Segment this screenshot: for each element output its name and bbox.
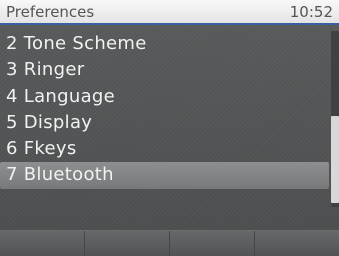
softkey-bar	[0, 230, 339, 256]
menu-item-label: 6 Fkeys	[6, 138, 77, 160]
clock: 10:52	[289, 3, 333, 21]
page-title: Preferences	[6, 3, 95, 21]
phone-screen: Preferences 10:52 2 Tone Scheme 3 Ringer…	[0, 0, 339, 256]
menu-item-bluetooth[interactable]: 7 Bluetooth	[0, 162, 329, 189]
menu-item-label: 5 Display	[6, 111, 93, 133]
menu-item-label: 2 Tone Scheme	[6, 33, 147, 54]
status-header: Preferences 10:52	[0, 0, 339, 25]
softkey-1[interactable]	[0, 231, 85, 256]
menu-item-label: 4 Language	[6, 85, 116, 107]
scrollbar-thumb[interactable]	[331, 116, 339, 203]
menu-item-display[interactable]: 5 Display	[0, 110, 329, 136]
menu-item-tone-scheme[interactable]: 2 Tone Scheme	[0, 31, 329, 57]
menu-item-label: 7 Bluetooth	[6, 164, 114, 186]
menu-item-fkeys[interactable]: 6 Fkeys	[0, 136, 329, 162]
softkey-2[interactable]	[85, 231, 170, 256]
menu-item-ringer[interactable]: 3 Ringer	[0, 57, 329, 83]
preferences-menu: 2 Tone Scheme 3 Ringer 4 Language 5 Disp…	[0, 31, 329, 189]
menu-item-label: 3 Ringer	[6, 59, 85, 81]
softkey-4[interactable]	[255, 231, 339, 256]
softkey-3[interactable]	[170, 231, 255, 256]
scrollbar[interactable]	[331, 31, 339, 207]
menu-item-language[interactable]: 4 Language	[0, 84, 329, 110]
